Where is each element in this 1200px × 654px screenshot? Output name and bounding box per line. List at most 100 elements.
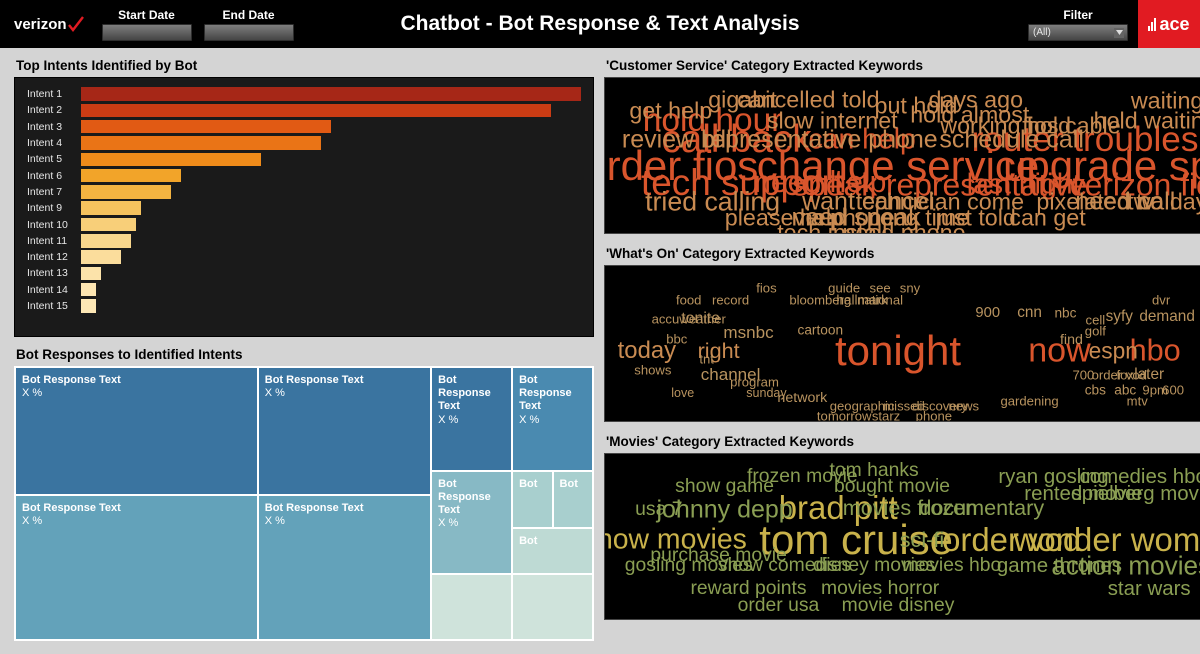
date-range-group: Start Date End Date	[102, 8, 306, 41]
bar-fill[interactable]	[81, 136, 321, 150]
bar-label: Intent 12	[27, 251, 81, 263]
wordcloud-word[interactable]: msnbc	[723, 323, 773, 343]
treemap-cell[interactable]: Bot	[512, 471, 552, 528]
wordcloud-word[interactable]: love	[671, 386, 694, 400]
bar-fill[interactable]	[81, 218, 136, 232]
bar-fill[interactable]	[81, 120, 331, 134]
wordcloud-word[interactable]: fox	[1117, 367, 1134, 382]
treemap-cell[interactable]: Bot Response TextX %	[15, 495, 258, 640]
wordcloud-word[interactable]: 900	[975, 305, 1000, 321]
start-date-input[interactable]	[102, 24, 192, 41]
wordcloud-word[interactable]: nbc	[1054, 305, 1076, 320]
treemap-cell[interactable]: Bot Response TextX %	[15, 367, 258, 495]
wordcloud-word[interactable]: guide	[828, 280, 860, 295]
wordcloud-word[interactable]: find	[1060, 332, 1083, 348]
bar-fill[interactable]	[81, 153, 261, 167]
wordcloud-word[interactable]: purchase movie	[650, 545, 786, 567]
bar-label: Intent 6	[27, 170, 81, 182]
bar-fill[interactable]	[81, 169, 181, 183]
wordcloud-word[interactable]: cancelled told	[737, 86, 879, 113]
wordcloud-word[interactable]: mtv	[1127, 393, 1148, 408]
wordcloud-word[interactable]: order usa	[738, 595, 820, 617]
bar-row: Intent 5	[27, 151, 581, 167]
bar-fill[interactable]	[81, 250, 121, 264]
bar-label: Intent 7	[27, 186, 81, 198]
bar-fill[interactable]	[81, 283, 96, 297]
wordcloud-word[interactable]: record	[712, 293, 749, 308]
wordcloud-word[interactable]: two days	[1127, 189, 1200, 216]
wc3-section-title: 'Movies' Category Extracted Keywords	[606, 434, 1200, 449]
wordcloud-word[interactable]: tonight	[835, 327, 961, 375]
wordcloud-word[interactable]: syfy	[1106, 308, 1133, 326]
wordcloud-word[interactable]: technician come	[856, 189, 1024, 216]
treemap-cell[interactable]	[512, 574, 593, 640]
wordcloud-word[interactable]: espn	[1089, 338, 1138, 365]
intents-bar-chart[interactable]: Intent 1 Intent 2 Intent 3 Intent 4Intent 5…	[14, 77, 594, 337]
wordcloud-word[interactable]: days ago	[928, 86, 1023, 113]
wordcloud-word[interactable]: 700	[1072, 367, 1094, 382]
wordcloud-word[interactable]: dvr	[1152, 293, 1170, 308]
bar-row: Intent 9	[27, 200, 581, 216]
wordcloud-word[interactable]: news	[949, 398, 980, 413]
treemap-cell[interactable]: Bot Response TextX %	[431, 367, 512, 471]
bar-row: Intent 10	[27, 216, 581, 232]
wordcloud-word[interactable]: program	[730, 375, 779, 390]
bar-label: Intent 10	[27, 219, 81, 231]
bar-fill[interactable]	[81, 185, 171, 199]
treemap-cell[interactable]: Bot Response TextX %	[431, 471, 512, 575]
wordcloud-word[interactable]: tom hanks	[830, 460, 919, 482]
treemap-cell[interactable]: Bot Response TextX %	[258, 495, 431, 640]
bar-label: Intent 1	[27, 88, 81, 100]
wordcloud-word[interactable]: tomorrow	[817, 409, 872, 422]
wordcloud-word[interactable]: cnn	[1017, 304, 1042, 322]
wordcloud-word[interactable]: shows	[634, 362, 671, 377]
wordcloud-word[interactable]: cartoon	[797, 322, 843, 337]
customer-service-wordcloud[interactable]: order fioschange serviceupgrade speedcal…	[604, 77, 1200, 234]
wordcloud-word[interactable]: gardening	[1000, 393, 1058, 408]
bar-fill[interactable]	[81, 201, 141, 215]
wordcloud-word[interactable]: fios	[756, 280, 776, 295]
wc1-section-title: 'Customer Service' Category Extracted Ke…	[606, 58, 1200, 73]
wordcloud-word[interactable]: ryan gosling	[998, 465, 1108, 489]
treemap-cell[interactable]	[431, 574, 512, 640]
wordcloud-word[interactable]: fios cable	[1022, 113, 1120, 140]
intents-section-title: Top Intents Identified by Bot	[16, 58, 594, 73]
wordcloud-word[interactable]: bbc	[666, 331, 687, 346]
wordcloud-word[interactable]: food	[676, 293, 701, 308]
bar-fill[interactable]	[81, 267, 101, 281]
bar-fill[interactable]	[81, 299, 96, 313]
wordcloud-word[interactable]: national	[857, 293, 903, 308]
bar-fill[interactable]	[81, 234, 131, 248]
wc2-section-title: 'What's On' Category Extracted Keywords	[606, 246, 1200, 261]
responses-treemap[interactable]: Bot Response TextX %Bot Response TextX %…	[14, 366, 594, 641]
treemap-cell[interactable]: Bot Response TextX %	[512, 367, 593, 471]
wordcloud-word[interactable]: accuweather	[652, 311, 726, 326]
bar-row: Intent 4	[27, 135, 581, 151]
movies-wordcloud[interactable]: tom cruisebrad pittorder vodwonder woman…	[604, 453, 1200, 620]
wordcloud-word[interactable]: demand	[1139, 308, 1195, 326]
wordcloud-word[interactable]: cbs	[1085, 383, 1106, 398]
wordcloud-word[interactable]: usa 7	[635, 499, 682, 521]
whats-on-wordcloud[interactable]: tonightnowhbotodayrightespnchannelmsnbct…	[604, 265, 1200, 422]
bar-fill[interactable]	[81, 87, 581, 101]
wordcloud-word[interactable]: tnt	[699, 352, 714, 367]
bar-fill[interactable]	[81, 104, 551, 118]
bar-label: Intent 2	[27, 104, 81, 116]
treemap-cell[interactable]: Bot Response TextX %	[258, 367, 431, 495]
wordcloud-word[interactable]: sci-fi	[900, 527, 944, 553]
wordcloud-word[interactable]: movie disney	[842, 595, 955, 617]
wordcloud-word[interactable]: cell	[1086, 313, 1106, 328]
filter-dropdown[interactable]: (All)	[1028, 24, 1128, 41]
end-date-input[interactable]	[204, 24, 294, 41]
header-bar: verizon Start Date End Date Chatbot - Bo…	[0, 0, 1200, 48]
verizon-logo-text: verizon	[14, 16, 67, 33]
wordcloud-word[interactable]: starz	[872, 409, 900, 422]
treemap-cell[interactable]: Bot	[512, 528, 593, 574]
wordcloud-word[interactable]: star wars	[1108, 577, 1191, 601]
bar-row: Intent 11	[27, 233, 581, 249]
wordcloud-word[interactable]: get help	[629, 97, 712, 124]
bar-label: Intent 3	[27, 121, 81, 133]
wordcloud-word[interactable]: phone	[916, 409, 952, 422]
treemap-cell[interactable]: Bot	[553, 471, 593, 528]
wordcloud-word[interactable]: game thrones	[997, 554, 1122, 578]
